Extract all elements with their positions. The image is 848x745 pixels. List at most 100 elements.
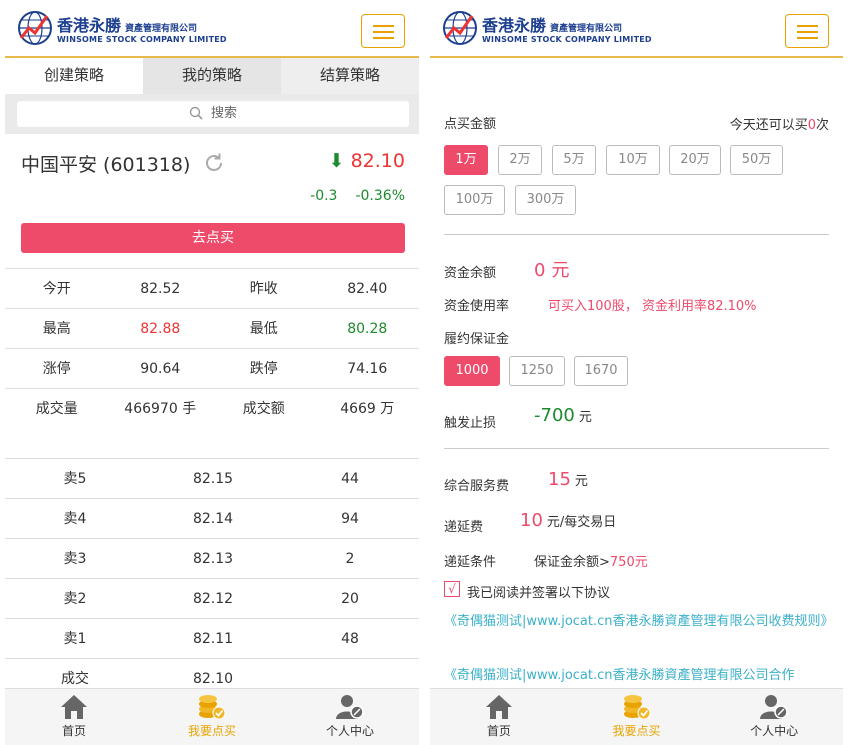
- tab-create-strategy[interactable]: 创建策略: [5, 58, 143, 94]
- order-price: 82.11: [192, 631, 234, 647]
- coins-icon: [199, 695, 226, 720]
- price-change: -0.3 -0.36%: [292, 188, 405, 204]
- go-buy-button[interactable]: 去点买: [21, 223, 405, 253]
- stock-price: ⬇ 82.10: [329, 150, 405, 172]
- order-screen: 香港永勝 資產管理有限公司 WINSOME STOCK COMPANY LIMIT…: [430, 0, 843, 745]
- defer-condition-text: 保证金余额>: [534, 555, 610, 570]
- quote-value: 466970 手: [124, 401, 197, 417]
- brand-name-en: WINSOME STOCK COMPANY LIMITED: [482, 35, 652, 44]
- margin-label: 履约保证金: [444, 332, 510, 347]
- strategy-screen: 香港永勝 資產管理有限公司 WINSOME STOCK COMPANY LIMIT…: [5, 0, 419, 745]
- globe-logo-icon: [443, 11, 477, 45]
- table-row: 卖3 82.13 2: [5, 538, 419, 578]
- order-price: 82.12: [192, 591, 234, 607]
- hamburger-icon: [373, 25, 394, 27]
- amount-option[interactable]: 2万: [498, 145, 542, 175]
- amount-option[interactable]: 5万: [552, 145, 596, 175]
- quote-value: 82.88: [140, 321, 181, 337]
- globe-logo-icon: [18, 11, 52, 45]
- header: 香港永勝 資產管理有限公司 WINSOME STOCK COMPANY LIMIT…: [430, 0, 843, 58]
- change-value: -0.3: [310, 188, 338, 204]
- amount-option[interactable]: 300万: [515, 185, 576, 215]
- menu-button[interactable]: [785, 14, 829, 48]
- balance-label: 资金余额: [444, 266, 497, 281]
- amount-option[interactable]: 20万: [669, 145, 721, 175]
- nav-home-label: 首页: [61, 724, 86, 738]
- amount-label: 点买金额: [444, 117, 497, 132]
- amount-option[interactable]: 50万: [730, 145, 783, 175]
- agree-checkbox[interactable]: √: [444, 581, 460, 597]
- divider: [444, 234, 829, 235]
- nav-profile[interactable]: 个人中心: [281, 689, 419, 745]
- table-row: 成交量 466970 手 成交额 4669 万: [5, 388, 419, 428]
- tab-my-strategy[interactable]: 我的策略: [143, 58, 281, 94]
- brand-name-cn-sub: 資產管理有限公司: [125, 24, 198, 34]
- order-volume: 48: [341, 631, 359, 647]
- stop-loss-label: 触发止损: [444, 416, 497, 431]
- today-prefix: 今天还可以买: [729, 118, 808, 133]
- order-volume: 94: [341, 511, 359, 527]
- stop-loss-unit: 元: [578, 410, 592, 425]
- margin-option[interactable]: 1000: [444, 356, 500, 386]
- order-level: 卖4: [63, 511, 87, 527]
- nav-home-label: 首页: [486, 724, 511, 738]
- brand-name-cn-sub: 資產管理有限公司: [550, 24, 623, 34]
- quote-label: 昨收: [249, 281, 278, 297]
- order-volume: 44: [341, 471, 359, 487]
- user-icon: [336, 695, 364, 719]
- search-icon: [189, 106, 203, 120]
- nav-buy[interactable]: 我要点买: [143, 689, 281, 745]
- usage-label: 资金使用率: [444, 299, 510, 314]
- order-volume: 20: [341, 591, 359, 607]
- table-row: 卖1 82.11 48: [5, 618, 419, 658]
- service-fee-label: 综合服务费: [444, 479, 510, 494]
- balance-value: 0: [534, 260, 546, 281]
- nav-profile[interactable]: 个人中心: [705, 689, 843, 745]
- nav-buy[interactable]: 我要点买: [568, 689, 706, 745]
- nav-buy-label: 我要点买: [187, 724, 236, 738]
- defer-fee-display: 10 元/每交易日: [520, 510, 616, 531]
- service-fee-display: 15 元: [548, 469, 588, 490]
- orderbook-table: 卖5 82.15 44 卖4 82.14 94 卖3 82.13 2 卖2 82.12 20 卖…: [5, 458, 419, 698]
- refresh-icon[interactable]: [202, 151, 226, 175]
- defer-fee-value: 10: [520, 510, 543, 531]
- amount-option[interactable]: 100万: [444, 185, 505, 215]
- brand-logo[interactable]: 香港永勝 資產管理有限公司 WINSOME STOCK COMPANY LIMIT…: [17, 10, 227, 50]
- brand-logo[interactable]: 香港永勝 資產管理有限公司 WINSOME STOCK COMPANY LIMIT…: [442, 10, 652, 50]
- nav-home[interactable]: 首页: [5, 689, 143, 745]
- quote-value: 82.52: [140, 281, 181, 297]
- order-level: 卖1: [63, 631, 87, 647]
- quote-label: 成交量: [35, 401, 78, 417]
- nav-home[interactable]: 首页: [430, 689, 568, 745]
- balance-unit: 元: [551, 260, 570, 281]
- divider: [444, 448, 829, 449]
- strategy-tabs: 创建策略 我的策略 结算策略: [5, 58, 419, 94]
- amount-option[interactable]: 1万: [444, 145, 488, 175]
- today-remaining: 今天还可以买0次: [730, 114, 829, 133]
- today-count: 0: [807, 118, 816, 133]
- defer-fee-label: 递延费: [444, 520, 484, 535]
- order-level: 卖3: [63, 551, 87, 567]
- stock-name: 中国平安 (601318): [21, 154, 191, 176]
- search-input[interactable]: 搜索: [17, 101, 409, 127]
- home-icon: [485, 695, 512, 719]
- tab-settle-strategy[interactable]: 结算策略: [281, 58, 419, 94]
- margin-option[interactable]: 1250: [509, 356, 565, 386]
- order-price: 82.13: [192, 551, 234, 567]
- quote-label: 今开: [42, 281, 71, 297]
- cooperation-link[interactable]: 《奇偶猫测试|www.jocat.cn香港永勝資產管理有限公司合作: [444, 665, 829, 687]
- amount-option[interactable]: 10万: [606, 145, 660, 175]
- bottom-nav: 首页 我要点买 个人中心: [430, 688, 843, 745]
- quote-value: 4669 万: [340, 401, 395, 417]
- fee-rules-link[interactable]: 《奇偶猫测试|www.jocat.cn香港永勝資產管理有限公司收费规则》: [444, 611, 834, 633]
- search-bar: 搜索: [5, 94, 419, 134]
- stop-loss-display: -700 元: [534, 405, 592, 426]
- down-arrow-icon: ⬇: [328, 150, 345, 172]
- today-suffix: 次: [815, 118, 829, 133]
- menu-button[interactable]: [361, 14, 405, 48]
- user-icon: [760, 695, 788, 719]
- table-row: 涨停 90.64 跌停 74.16: [5, 348, 419, 388]
- order-price: 82.14: [192, 511, 234, 527]
- defer-condition-value: 750元: [609, 555, 648, 570]
- margin-option[interactable]: 1670: [574, 356, 628, 386]
